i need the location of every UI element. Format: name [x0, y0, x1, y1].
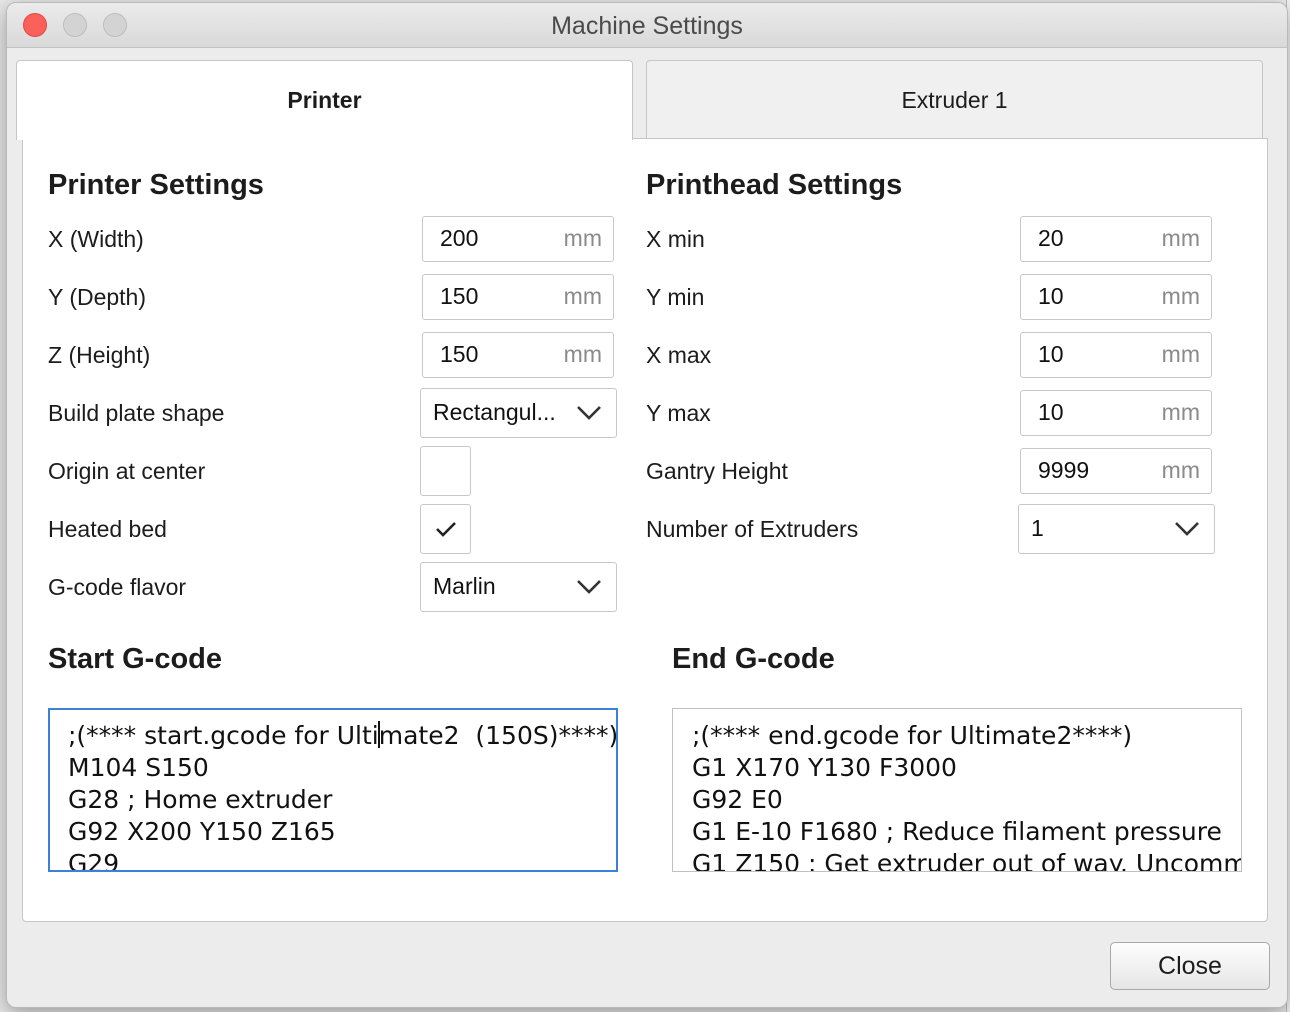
x-max-label: X max [646, 342, 712, 368]
y-depth-input[interactable]: 150 mm [422, 274, 614, 320]
unit-label: mm [563, 341, 602, 367]
heated-bed-label: Heated bed [48, 516, 167, 542]
title-bar: Machine Settings [7, 3, 1287, 48]
x-min-input[interactable]: 20 mm [1020, 216, 1212, 262]
origin-at-center-checkbox[interactable] [420, 446, 471, 496]
code-line: G29 [68, 849, 120, 872]
code-line: G1 X170 Y130 F3000 [692, 753, 957, 782]
chevron-down-icon [577, 580, 601, 594]
x-max-input[interactable]: 10 mm [1020, 332, 1212, 378]
y-min-label: Y min [646, 284, 705, 310]
tab-printer[interactable]: Printer [16, 60, 633, 140]
x-min-value: 20 [1038, 225, 1064, 251]
gcode-flavor-label: G-code flavor [48, 574, 187, 600]
start-gcode-editor[interactable]: ;(**** start.gcode for Ultimate2 (150S)*… [48, 708, 618, 872]
z-height-value: 150 [440, 341, 479, 367]
number-of-extruders-dropdown[interactable]: 1 [1018, 504, 1215, 554]
y-depth-value: 150 [440, 283, 479, 309]
unit-label: mm [1161, 225, 1200, 251]
unit-label: mm [563, 225, 602, 251]
y-min-input[interactable]: 10 mm [1020, 274, 1212, 320]
build-plate-shape-value: Rectangul... [433, 399, 556, 425]
close-button[interactable]: Close [1110, 942, 1270, 990]
z-height-input[interactable]: 150 mm [422, 332, 614, 378]
x-width-label: X (Width) [48, 226, 144, 252]
gcode-flavor-dropdown[interactable]: Marlin [420, 562, 617, 612]
start-gcode-heading: Start G-code [48, 643, 223, 675]
code-line: G1 E-10 F1680 ; Reduce filament pressure [692, 817, 1222, 846]
unit-label: mm [1161, 341, 1200, 367]
y-min-value: 10 [1038, 283, 1064, 309]
x-width-value: 200 [440, 225, 479, 251]
number-of-extruders-label: Number of Extruders [646, 516, 859, 542]
chevron-down-icon [577, 406, 601, 420]
code-line: ;(**** end.gcode for Ultimate2****) [692, 721, 1133, 750]
unit-label: mm [1161, 457, 1200, 483]
code-text: mate2 (150S)****) [378, 721, 618, 750]
tab-extruder-1[interactable]: Extruder 1 [646, 60, 1263, 139]
origin-at-center-label: Origin at center [48, 458, 206, 484]
x-width-input[interactable]: 200 mm [422, 216, 614, 262]
code-line: G1 Z150 ; Get extruder out of way. Uncom… [692, 849, 1241, 872]
code-line: G92 E0 [692, 785, 783, 814]
printer-settings-heading: Printer Settings [48, 169, 264, 201]
code-text: ;(**** start.gcode for Ulti [68, 721, 379, 750]
x-max-value: 10 [1038, 341, 1064, 367]
code-line: M104 S150 [68, 753, 209, 782]
z-height-label: Z (Height) [48, 342, 151, 368]
gantry-height-value: 9999 [1038, 457, 1090, 483]
code-line: G92 X200 Y150 Z165 [68, 817, 336, 846]
printhead-settings-heading: Printhead Settings [646, 169, 903, 201]
y-max-value: 10 [1038, 399, 1064, 425]
unit-label: mm [563, 283, 602, 309]
end-gcode-heading: End G-code [672, 643, 835, 675]
number-of-extruders-value: 1 [1031, 515, 1044, 541]
gcode-flavor-value: Marlin [433, 573, 496, 599]
build-plate-shape-dropdown[interactable]: Rectangul... [420, 388, 617, 438]
y-max-label: Y max [646, 400, 711, 426]
gantry-height-label: Gantry Height [646, 458, 788, 484]
y-max-input[interactable]: 10 mm [1020, 390, 1212, 436]
checkmark-icon [436, 522, 456, 537]
y-depth-label: Y (Depth) [48, 284, 147, 310]
end-gcode-editor[interactable]: ;(**** end.gcode for Ultimate2****) G1 X1… [672, 708, 1242, 872]
x-min-label: X min [646, 226, 705, 252]
chevron-down-icon [1175, 522, 1199, 536]
unit-label: mm [1161, 399, 1200, 425]
code-line: G28 ; Home extruder [68, 785, 333, 814]
window-title: Machine Settings [551, 12, 743, 40]
build-plate-shape-label: Build plate shape [48, 400, 225, 426]
code-line: ;(**** start.gcode for Ultimate2 (150S)*… [68, 720, 616, 752]
heated-bed-checkbox[interactable] [420, 504, 471, 554]
unit-label: mm [1161, 283, 1200, 309]
gantry-height-input[interactable]: 9999 mm [1020, 448, 1212, 494]
